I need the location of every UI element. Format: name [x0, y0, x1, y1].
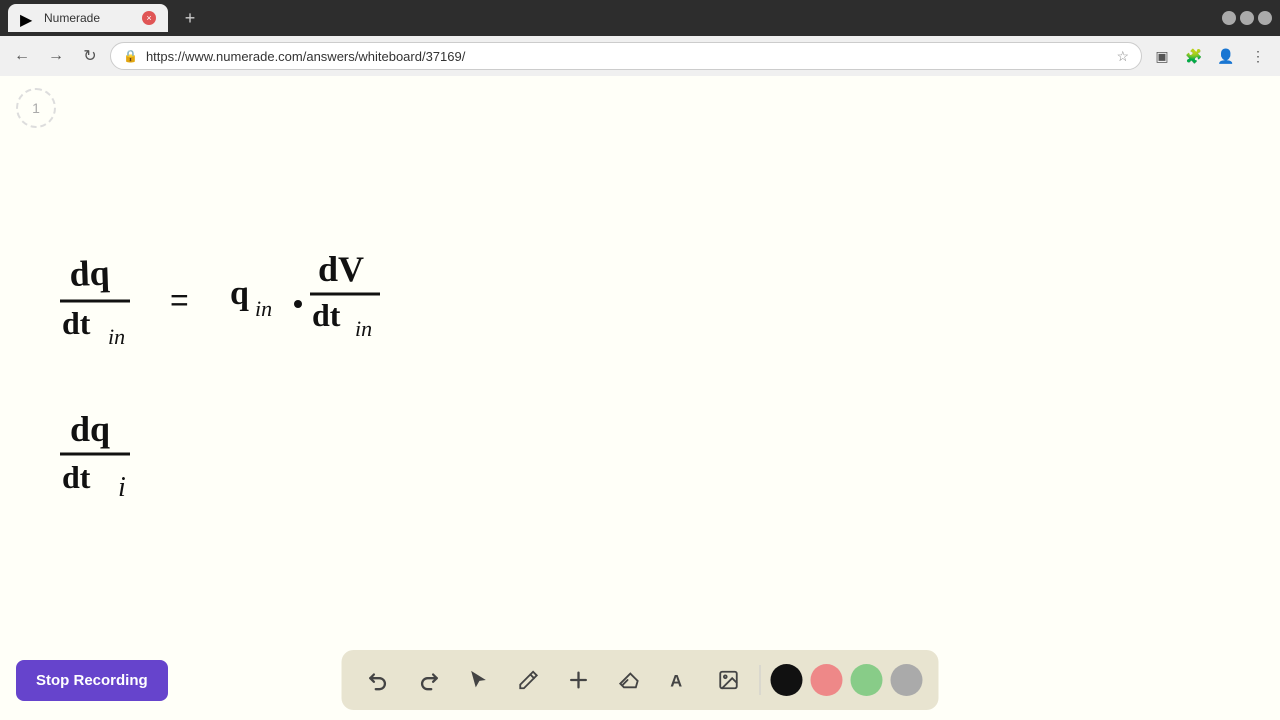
page-number: 1: [16, 88, 56, 128]
toolbar-divider: [760, 665, 761, 695]
image-button[interactable]: [708, 659, 750, 701]
browser-tab[interactable]: ▶ Numerade ×: [8, 4, 168, 32]
svg-text:dq: dq: [70, 409, 110, 449]
svg-text:dt: dt: [62, 305, 91, 341]
select-tool-button[interactable]: [458, 659, 500, 701]
window-close-button[interactable]: [1258, 11, 1272, 25]
svg-text:A: A: [670, 672, 682, 690]
whiteboard-canvas[interactable]: 1 dq dt in = q in dV dt in dq dt i: [0, 76, 1280, 720]
tab-title: Numerade: [44, 11, 134, 25]
svg-text:dt: dt: [312, 297, 341, 333]
url-text: https://www.numerade.com/answers/whitebo…: [146, 49, 1108, 64]
undo-button[interactable]: [358, 659, 400, 701]
extensions-button[interactable]: 🧩: [1180, 42, 1208, 70]
back-button[interactable]: ←: [8, 42, 36, 70]
svg-text:q: q: [230, 275, 249, 312]
security-icon: 🔒: [123, 49, 138, 63]
math-equations: dq dt in = q in dV dt in dq dt i: [40, 176, 640, 576]
svg-text:dV: dV: [318, 249, 364, 289]
text-tool-button[interactable]: A: [658, 659, 700, 701]
add-button[interactable]: [558, 659, 600, 701]
window-minimize-button[interactable]: [1222, 11, 1236, 25]
svg-text:in: in: [355, 316, 372, 341]
color-pink-button[interactable]: [811, 664, 843, 696]
bookmark-icon[interactable]: ☆: [1116, 48, 1129, 65]
svg-text:i: i: [118, 472, 126, 503]
profile-button[interactable]: 👤: [1212, 42, 1240, 70]
tab-close-button[interactable]: ×: [142, 11, 156, 25]
svg-text:in: in: [108, 324, 125, 349]
tab-favicon: ▶: [20, 10, 36, 26]
screen-capture-button[interactable]: ▣: [1148, 42, 1176, 70]
drawing-toolbar: A: [342, 650, 939, 710]
stop-recording-button[interactable]: Stop Recording: [16, 660, 168, 701]
menu-button[interactable]: ⋮: [1244, 42, 1272, 70]
redo-button[interactable]: [408, 659, 450, 701]
pen-tool-button[interactable]: [508, 659, 550, 701]
svg-text:in: in: [255, 296, 272, 321]
color-gray-button[interactable]: [891, 664, 923, 696]
new-tab-button[interactable]: +: [176, 4, 204, 32]
color-green-button[interactable]: [851, 664, 883, 696]
svg-text:=: =: [170, 282, 189, 318]
navigation-bar: ← → ↻ 🔒 https://www.numerade.com/answers…: [0, 36, 1280, 76]
address-bar[interactable]: 🔒 https://www.numerade.com/answers/white…: [110, 42, 1142, 70]
toolbar-area: Stop Recording: [0, 640, 1280, 720]
forward-button[interactable]: →: [42, 42, 70, 70]
svg-text:dq: dq: [69, 253, 110, 294]
window-maximize-button[interactable]: [1240, 11, 1254, 25]
color-black-button[interactable]: [771, 664, 803, 696]
refresh-button[interactable]: ↻: [76, 42, 104, 70]
eraser-button[interactable]: [608, 659, 650, 701]
svg-text:dt: dt: [62, 459, 91, 495]
